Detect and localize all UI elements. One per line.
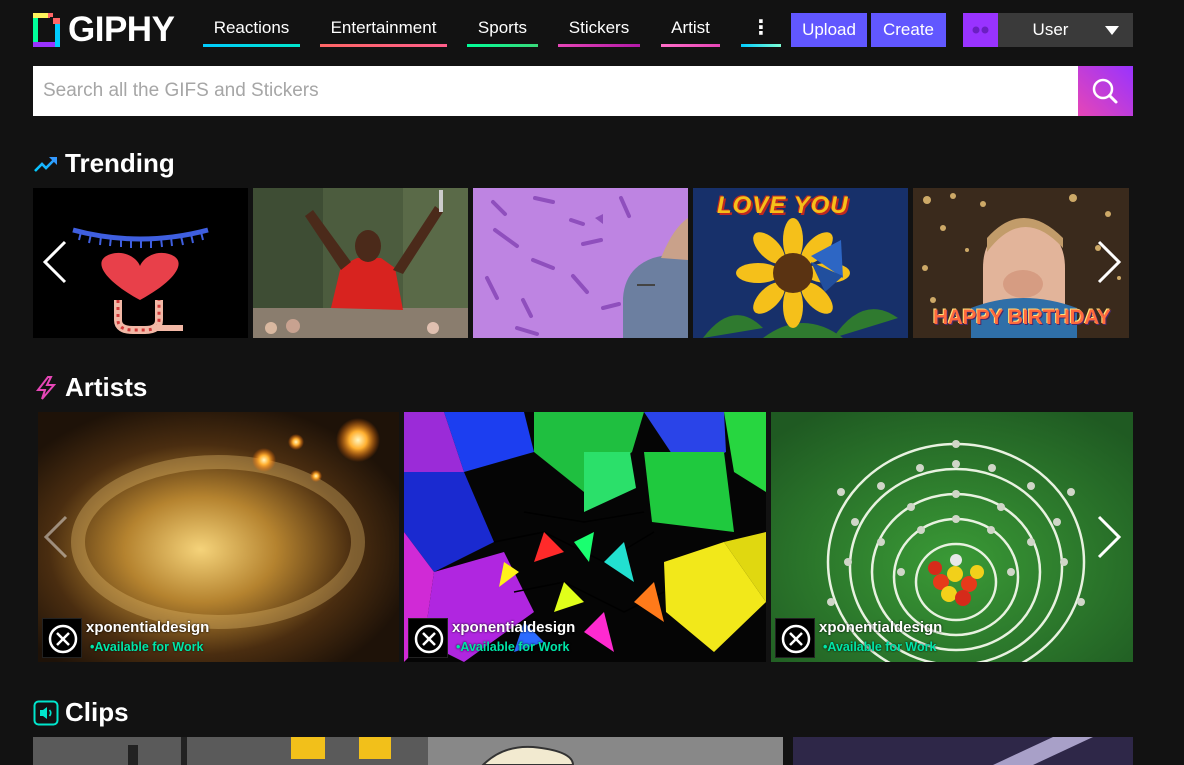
clips-title: Clips xyxy=(65,697,129,727)
artist-card-3[interactable]: xponentialdesign •Available for Work xyxy=(771,412,1133,662)
search-bar xyxy=(33,66,1133,116)
upload-button[interactable]: Upload xyxy=(791,13,867,47)
nav-artist-label: Artist xyxy=(671,18,710,37)
trending-prev-button[interactable] xyxy=(41,238,69,291)
trending-caption-5: HAPPY BIRTHDAY xyxy=(933,306,1111,329)
trending-icon xyxy=(34,156,57,172)
clip-thumbnail xyxy=(33,737,783,765)
chevron-right-icon xyxy=(1097,515,1122,559)
close-circle-icon xyxy=(48,624,78,654)
search-input[interactable] xyxy=(33,66,1078,116)
trending-gif-4[interactable]: LOVE YOU xyxy=(693,188,908,338)
avatar xyxy=(963,13,998,47)
user-name: User xyxy=(1032,20,1069,39)
artists-prev-button[interactable] xyxy=(42,513,70,566)
artist-card-2[interactable]: xponentialdesign •Available for Work xyxy=(404,412,766,662)
artist-card-1[interactable]: xponentialdesign •Available for Work xyxy=(38,412,399,662)
nav-reactions-underline xyxy=(203,44,300,47)
confetti-image xyxy=(473,188,688,338)
search-button[interactable] xyxy=(1078,66,1133,116)
nav-stickers-label: Stickers xyxy=(568,18,630,37)
nav-artist-underline xyxy=(661,44,720,47)
nav-more-underline xyxy=(741,44,781,47)
trending-carousel: LOVE YOU HAPPY BIRTHDAY xyxy=(33,188,1133,338)
trending-heading[interactable]: Trending xyxy=(33,148,175,179)
artist-name[interactable]: xponentialdesign xyxy=(452,619,575,636)
nav-reactions[interactable]: Reactions xyxy=(203,13,300,47)
clips-heading[interactable]: Clips xyxy=(33,697,129,728)
search-icon xyxy=(1092,78,1118,104)
chevron-right-icon xyxy=(1097,240,1122,284)
chevron-left-icon xyxy=(42,240,67,284)
lightning-icon xyxy=(35,375,57,400)
trending-gif-3[interactable] xyxy=(473,188,688,338)
clip-card-2[interactable] xyxy=(793,737,1133,765)
nav-sports[interactable]: Sports xyxy=(467,13,538,47)
artist-avatar xyxy=(42,618,82,658)
nav-artist[interactable]: Artist xyxy=(661,13,720,47)
trending-caption-4: LOVE YOU xyxy=(717,192,849,219)
giphy-logo-icon xyxy=(33,13,60,47)
artist-status: •Available for Work xyxy=(456,640,570,654)
artist-name[interactable]: xponentialdesign xyxy=(86,619,209,636)
nav-entertainment-label: Entertainment xyxy=(330,18,437,37)
artists-heading[interactable]: Artists xyxy=(33,372,147,403)
chevron-left-icon xyxy=(43,515,68,559)
clip-card-1[interactable] xyxy=(33,737,783,765)
sound-icon xyxy=(33,700,59,725)
artist-status: •Available for Work xyxy=(90,640,204,654)
nav-sports-label: Sports xyxy=(477,18,528,37)
artists-next-button[interactable] xyxy=(1095,513,1123,566)
artist-name[interactable]: xponentialdesign xyxy=(819,619,942,636)
nav-more-button[interactable]: ⋮ xyxy=(741,13,781,47)
brand-name: GIPHY xyxy=(68,10,175,49)
nav-entertainment-underline xyxy=(320,44,447,47)
nav-sports-underline xyxy=(467,44,538,47)
chevron-down-icon xyxy=(1105,26,1119,35)
user-menu[interactable]: User xyxy=(963,13,1133,47)
artist-avatar xyxy=(408,618,448,658)
artists-title: Artists xyxy=(65,372,148,402)
artist-avatar xyxy=(775,618,815,658)
nav-entertainment[interactable]: Entertainment xyxy=(320,13,447,47)
trending-gif-2[interactable] xyxy=(253,188,468,338)
header: GIPHY Reactions Entertainment Sports Sti… xyxy=(0,0,1184,60)
create-button[interactable]: Create xyxy=(871,13,946,47)
close-circle-icon xyxy=(414,624,444,654)
close-circle-icon xyxy=(781,624,811,654)
more-icon: ⋮ xyxy=(751,17,771,39)
clip-thumbnail xyxy=(793,737,1133,765)
golfer-image xyxy=(253,188,468,338)
trending-title: Trending xyxy=(65,148,175,178)
nav-stickers-underline xyxy=(558,44,640,47)
trending-next-button[interactable] xyxy=(1095,238,1123,291)
nav-stickers[interactable]: Stickers xyxy=(558,13,640,47)
nav-reactions-label: Reactions xyxy=(213,18,290,37)
artist-status: •Available for Work xyxy=(823,640,937,654)
giphy-logo[interactable]: GIPHY xyxy=(33,10,175,49)
